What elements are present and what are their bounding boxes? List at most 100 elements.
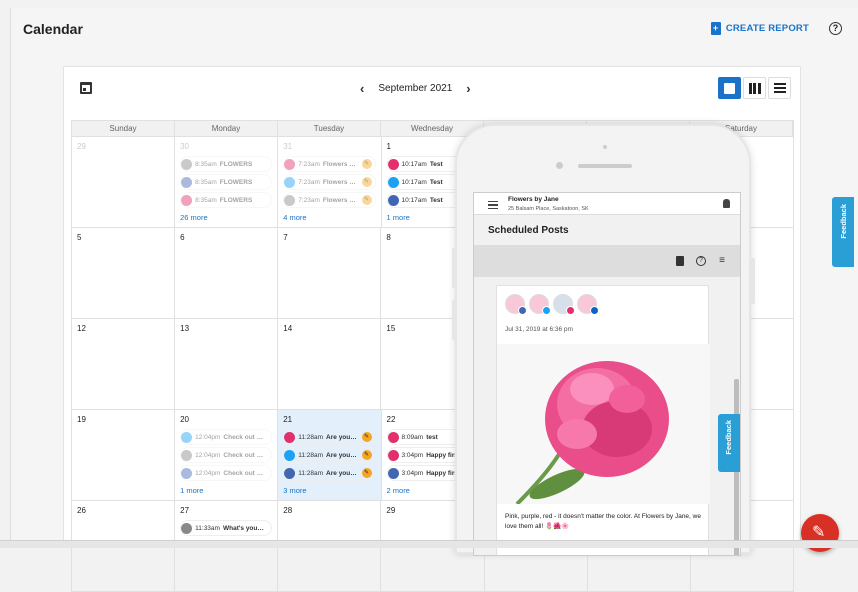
feedback-tab[interactable]: Feedback bbox=[718, 414, 740, 472]
user-icon[interactable] bbox=[723, 199, 730, 208]
top-bar: Calendar CREATE REPORT ? bbox=[11, 8, 858, 50]
edit-icon[interactable]: ✎ bbox=[361, 468, 372, 478]
more-link[interactable]: 1 more bbox=[180, 486, 272, 495]
help-icon[interactable]: ? bbox=[696, 256, 706, 266]
day-cell[interactable]: 5 bbox=[72, 228, 176, 319]
instagram-icon bbox=[387, 431, 399, 443]
edit-icon[interactable]: ✎ bbox=[361, 177, 372, 187]
weekday-label: Tuesday bbox=[278, 121, 381, 136]
event-time: 11:28am bbox=[298, 469, 324, 477]
day-cell[interactable]: 6 bbox=[175, 228, 279, 319]
avatar bbox=[529, 294, 551, 315]
event-text: Flowers are ... bbox=[322, 160, 359, 168]
event-chip[interactable]: 8:35am FLOWERS bbox=[180, 192, 273, 208]
day-number: 21 bbox=[283, 415, 293, 424]
phone-speaker bbox=[578, 164, 632, 168]
event-chip[interactable]: 11:28amAre you rea...✎ bbox=[283, 447, 376, 463]
twitter-icon bbox=[387, 176, 399, 188]
menu-icon[interactable] bbox=[488, 201, 498, 209]
event-chip[interactable]: 8:35am FLOWERS bbox=[180, 156, 273, 172]
event-chip[interactable]: 12:04pm Check out ou... bbox=[180, 447, 273, 463]
instagram-icon bbox=[566, 306, 575, 315]
help-icon[interactable]: ? bbox=[829, 22, 842, 35]
event-chip[interactable]: 12:04pm Check out ou... bbox=[180, 465, 273, 481]
event-chip[interactable]: 7:23amFlowers are ...✎ bbox=[283, 192, 376, 208]
instagram-icon bbox=[284, 431, 296, 443]
create-report-label: CREATE REPORT bbox=[725, 23, 809, 34]
account-icon bbox=[181, 449, 193, 461]
day-number: 12 bbox=[77, 324, 86, 333]
event-chip[interactable]: 8:35am FLOWERS bbox=[180, 174, 273, 190]
event-chip[interactable]: 11:33am What's your f... bbox=[180, 520, 273, 536]
day-cell[interactable]: 14 bbox=[278, 319, 382, 410]
twitter-icon bbox=[284, 176, 296, 188]
event-time: 3:04pm bbox=[401, 469, 424, 477]
chevron-right-icon[interactable]: › bbox=[466, 81, 470, 96]
calendar-icon[interactable] bbox=[80, 82, 92, 94]
month-view-button[interactable] bbox=[718, 77, 741, 99]
phone-mockup: Flowers by Jane 25 Balsam Place, Saskato… bbox=[455, 124, 751, 556]
day-cell[interactable]: 317:23amFlowers are ...✎7:23amFlowers ar… bbox=[278, 137, 382, 228]
day-cell[interactable]: 7 bbox=[278, 228, 382, 319]
day-number: 20 bbox=[180, 415, 190, 424]
edit-icon[interactable]: ✎ bbox=[361, 159, 372, 169]
edit-icon[interactable]: ✎ bbox=[361, 432, 372, 442]
more-link[interactable]: 4 more bbox=[283, 213, 375, 222]
day-number: 29 bbox=[77, 142, 86, 151]
event-text: Are you rea... bbox=[326, 451, 359, 459]
event-chip[interactable]: 11:28amAre you rea...✎ bbox=[283, 429, 376, 445]
day-cell[interactable]: 20 12:04pm Check out ou... 12:04pm Check out… bbox=[175, 410, 279, 501]
page-title: Calendar bbox=[23, 21, 83, 37]
day-cell[interactable]: 12 bbox=[72, 319, 176, 410]
column-view-button[interactable] bbox=[743, 77, 766, 99]
day-cell[interactable]: 13 bbox=[175, 319, 279, 410]
day-cell[interactable]: 30 8:35am FLOWERS 8:35am FLOWERS 8:35am FLOWER… bbox=[175, 137, 279, 228]
more-link[interactable]: 26 more bbox=[180, 213, 272, 222]
list-view-button[interactable] bbox=[768, 77, 791, 99]
add-document-icon bbox=[710, 22, 721, 35]
event-time: 11:33am bbox=[195, 524, 220, 532]
event-text: Check out ou... bbox=[223, 433, 266, 441]
posts-area: Jul 31, 2019 at 6:36 pm Pink, purple, re… bbox=[474, 277, 740, 555]
event-chip[interactable]: 12:04pm Check out ou... bbox=[180, 429, 273, 445]
add-document-icon[interactable] bbox=[676, 256, 684, 266]
post-accounts bbox=[505, 294, 599, 315]
instagram-icon bbox=[387, 158, 399, 170]
event-chip[interactable]: 7:23amFlowers are ...✎ bbox=[283, 156, 376, 172]
day-cell[interactable]: 29 bbox=[72, 137, 176, 228]
weekday-label: Sunday bbox=[72, 121, 175, 136]
phone-power-button bbox=[750, 258, 755, 304]
avatar bbox=[577, 294, 599, 315]
event-time: 7:23am bbox=[298, 160, 320, 168]
edit-icon[interactable]: ✎ bbox=[361, 450, 372, 460]
post-card[interactable]: Jul 31, 2019 at 6:36 pm Pink, purple, re… bbox=[496, 285, 710, 555]
post-text: Pink, purple, red - it doesn't matter th… bbox=[505, 513, 701, 530]
feedback-label: Feedback bbox=[839, 204, 848, 239]
linkedin-icon bbox=[590, 306, 599, 315]
event-time: 10:17am bbox=[401, 178, 427, 186]
create-report-button[interactable]: CREATE REPORT bbox=[710, 22, 809, 35]
phone-side-button bbox=[452, 248, 457, 288]
facebook-icon bbox=[387, 194, 399, 206]
screen-title: Scheduled Posts bbox=[474, 215, 740, 245]
bottom-edge bbox=[0, 540, 858, 548]
day-cell[interactable]: 19 bbox=[72, 410, 176, 501]
filter-icon[interactable]: ≡ bbox=[717, 256, 727, 266]
event-time: 12:04pm bbox=[195, 469, 221, 477]
day-number: 6 bbox=[180, 233, 185, 242]
event-time: 8:35am bbox=[195, 178, 217, 186]
facebook-icon bbox=[284, 467, 296, 479]
edit-icon[interactable]: ✎ bbox=[361, 195, 372, 205]
event-chip[interactable]: 7:23amFlowers are ...✎ bbox=[283, 174, 376, 190]
day-number: 27 bbox=[180, 506, 190, 515]
event-text: Flowers are ... bbox=[322, 196, 359, 204]
day-cell[interactable]: 2111:28amAre you rea...✎11:28amAre you r… bbox=[278, 410, 382, 501]
facebook-icon bbox=[518, 306, 527, 315]
event-text: FLOWERS bbox=[219, 196, 253, 204]
chevron-left-icon[interactable]: ‹ bbox=[360, 81, 364, 96]
more-link[interactable]: 3 more bbox=[283, 486, 375, 495]
event-text: Flowers are ... bbox=[322, 178, 359, 186]
event-chip[interactable]: 11:28amAre you rea...✎ bbox=[283, 465, 376, 481]
phone-sensor bbox=[603, 145, 607, 149]
feedback-tab[interactable]: Feedback bbox=[832, 197, 854, 267]
